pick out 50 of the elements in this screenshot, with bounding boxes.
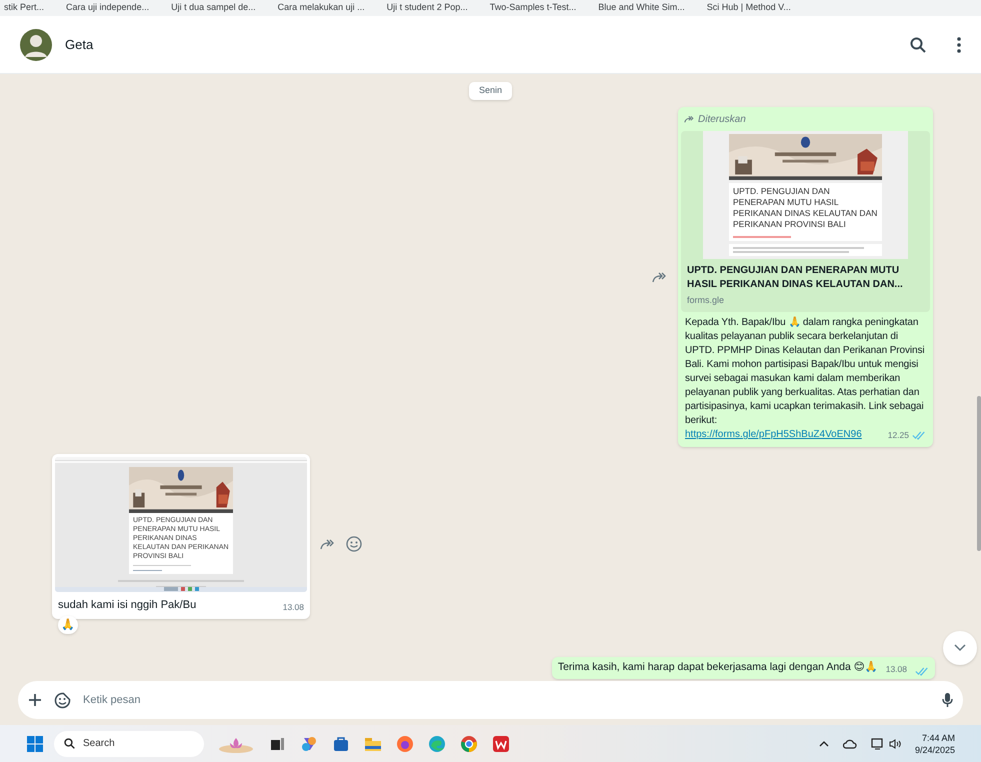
chevron-up-icon[interactable] [818, 740, 829, 748]
search-icon [64, 738, 75, 749]
office-icon[interactable] [492, 734, 510, 752]
menu-icon[interactable] [957, 36, 961, 52]
forwarded-icon [684, 115, 695, 123]
link-domain: forms.gle [686, 294, 726, 307]
bookmark-link[interactable]: Uji t student 2 Pop... [386, 1, 468, 15]
message-link[interactable]: https://forms.gle/pFpH5ShBuZ4VoEN96 [685, 428, 885, 442]
link-title: UPTD. PENGUJIAN DAN PENERAPAN MUTU HASIL PERIKANAN DINAS KELAUTAN DAN... [686, 264, 904, 292]
message-time: 13.08 [282, 600, 304, 614]
message-text: Terima kasih, kami harap dapat bekerjasama lagi dengan Anda 😊🙏 [558, 660, 878, 676]
bookmark-link[interactable]: Blue and White Sim... [598, 1, 685, 15]
avatar-icon[interactable] [20, 28, 52, 60]
search-icon[interactable] [910, 36, 926, 52]
image-caption: sudah kami isi nggih Pak/Bu [58, 598, 196, 613]
store-icon[interactable] [332, 734, 350, 752]
monitor-icon[interactable] [870, 738, 885, 750]
chrome-icon[interactable] [460, 734, 478, 752]
speaker-icon[interactable] [888, 738, 901, 748]
link-preview[interactable]: UPTD. PENGUJIAN DAN PENERAPAN MUTU HASIL PERIKANAN DINAS KELAUTAN DAN PERIKANAN PROVINSI BALI UPTD. PENGUJIAN DAN PENERAPAN MUTU HASIL PERIKANAN DINAS KELAUTAN DAN... forms.gle [681, 130, 930, 312]
message-text: Kepada Yth. Bapak/Ibu 🙏 dalam rangka peningkatan kualitas pelayanan publik secara berkelanjutan di UPTD. PPMHP Dinas Kelautan dan Perikanan Provinsi Bali. Kami mohon partisipasi Bapak/Ibu untuk mengisi survei sebagai masukan kami dalam memberikan pelayanan publik yang berkualitas. Atas perhatian dan partisipasinya, kami ucapkan terimakasih. Link sebagai berikut: [684, 316, 926, 428]
contact-name[interactable]: Geta [65, 34, 897, 54]
bookmark-link[interactable]: Two-Samples t-Test... [490, 1, 576, 15]
copilot-icon[interactable] [300, 734, 318, 752]
message-time: 13.08 [886, 663, 907, 676]
message-time: 12.25 [888, 428, 909, 442]
microphone-icon[interactable] [942, 692, 953, 708]
bookmark-link[interactable]: Cara uji independe... [66, 1, 150, 15]
bookmark-link[interactable]: stik Pert... [4, 1, 44, 15]
clock-time[interactable]: 7:44 AM [922, 732, 955, 744]
message-input[interactable]: Ketik pesan [83, 692, 930, 708]
clock-date[interactable]: 9/24/2025 [914, 744, 955, 756]
firefox-icon[interactable] [396, 734, 414, 752]
plus-icon[interactable] [28, 693, 42, 707]
form-title: UPTD. PENGUJIAN DAN PENERAPAN MUTU HASIL PERIKANAN DINAS KELAUTAN DAN PERIKANAN PROVINSI BALI [733, 186, 878, 230]
start-icon[interactable] [26, 734, 44, 752]
bookmark-link[interactable]: Sci Hub | Method V... [706, 1, 791, 15]
chevron-down-icon [954, 644, 966, 652]
sticker-icon[interactable] [54, 692, 71, 708]
bookmark-link[interactable]: Cara melakukan uji ... [278, 1, 365, 15]
scrollbar-thumb[interactable] [977, 396, 981, 551]
taskbar-search[interactable]: Search [54, 730, 204, 756]
bookmark-link[interactable]: Uji t dua sampel de... [171, 1, 256, 15]
emoji-icon[interactable] [346, 536, 362, 552]
forward-icon[interactable] [652, 270, 668, 283]
date-divider: Senin [468, 82, 512, 100]
message-field[interactable]: Ketik pesan [18, 681, 963, 719]
forwarded-label: Diteruskan [698, 112, 746, 126]
forward-icon[interactable] [320, 538, 336, 550]
cloud-icon[interactable] [842, 738, 857, 748]
